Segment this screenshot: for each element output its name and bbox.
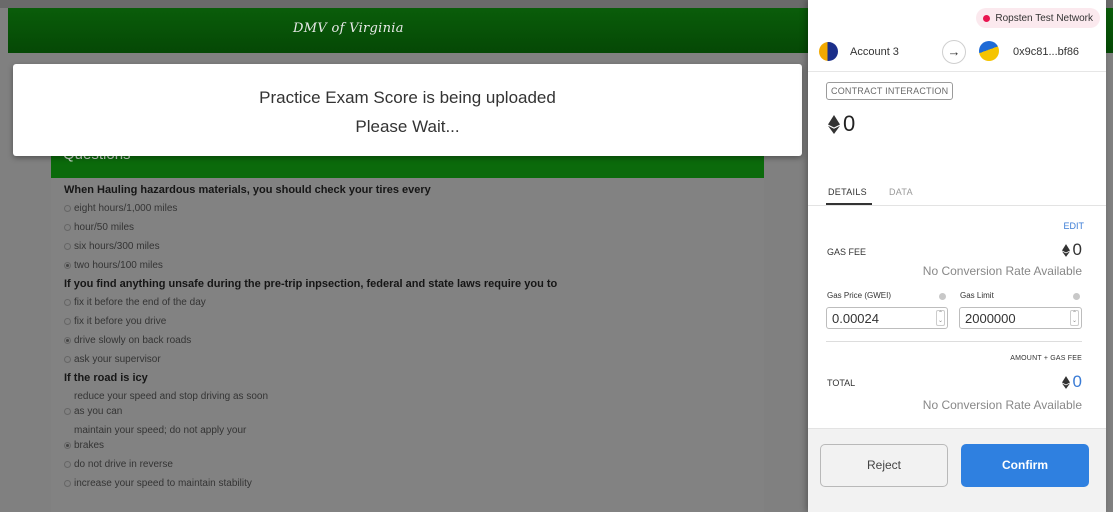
gas-price-input[interactable]: 0.00024 ⌃ ⌄ bbox=[826, 307, 948, 329]
answer-option[interactable]: hour/50 miles bbox=[64, 221, 754, 234]
radio-icon[interactable] bbox=[64, 408, 71, 415]
radio-icon[interactable] bbox=[64, 480, 71, 487]
account-name: Account 3 bbox=[850, 46, 899, 58]
option-label-line: reduce your speed and stop driving as so… bbox=[74, 391, 269, 402]
answer-option[interactable]: do not drive in reverse bbox=[64, 458, 754, 471]
eth-icon bbox=[828, 114, 840, 134]
option-label: drive slowly on back roads bbox=[74, 335, 192, 346]
total-conversion: No Conversion Rate Available bbox=[922, 398, 1082, 412]
answer-option[interactable]: ask your supervisor bbox=[64, 353, 754, 366]
question-block: When Hauling hazardous materials, you sh… bbox=[64, 184, 754, 272]
option-label: two hours/100 miles bbox=[74, 260, 163, 271]
option-label: eight hours/1,000 miles bbox=[74, 203, 178, 214]
option-label-line: maintain your speed; do not apply your bbox=[74, 425, 247, 436]
questions-list: When Hauling hazardous materials, you sh… bbox=[64, 184, 754, 496]
gas-price-label: Gas Price (GWEI) bbox=[827, 291, 892, 300]
option-label: fix it before the end of the day bbox=[74, 297, 206, 308]
answer-option[interactable]: eight hours/1,000 miles bbox=[64, 202, 754, 215]
recipient-address[interactable]: 0x9c81...bf86 bbox=[1013, 46, 1079, 58]
radio-icon[interactable] bbox=[64, 318, 71, 325]
gas-fee-label: GAS FEE bbox=[827, 247, 867, 257]
info-icon[interactable] bbox=[1073, 293, 1080, 300]
network-badge[interactable]: Ropsten Test Network bbox=[976, 8, 1100, 28]
option-label: ask your supervisor bbox=[74, 354, 161, 365]
gas-fee-value: 0 bbox=[1072, 240, 1082, 259]
option-label: increase your speed to maintain stabilit… bbox=[74, 478, 252, 489]
radio-icon[interactable] bbox=[64, 205, 71, 212]
answer-option[interactable]: drive slowly on back roads bbox=[64, 334, 754, 347]
gas-fee-value-row: 0 bbox=[1061, 240, 1082, 260]
option-label: do not drive in reverse bbox=[74, 459, 173, 470]
network-label: Ropsten Test Network bbox=[995, 12, 1093, 24]
edit-link[interactable]: EDIT bbox=[1063, 221, 1084, 231]
total-value-row: 0 bbox=[1061, 372, 1082, 392]
recipient-avatar bbox=[979, 41, 999, 61]
account-avatar bbox=[819, 42, 838, 61]
tab-data[interactable]: DATA bbox=[889, 187, 913, 197]
radio-icon[interactable] bbox=[64, 461, 71, 468]
question-text: If you find anything unsafe during the p… bbox=[64, 278, 558, 290]
modal-message: Practice Exam Score is being uploaded bbox=[259, 88, 556, 107]
amount-gas-fee-label: AMOUNT + GAS FEE bbox=[1010, 355, 1082, 362]
questions-panel: Questions When Hauling hazardous materia… bbox=[51, 140, 764, 512]
answer-option[interactable]: as you can bbox=[64, 405, 754, 418]
question-text: If the road is icy bbox=[64, 372, 148, 384]
transaction-amount: 0 bbox=[843, 111, 856, 136]
screen: DMV of Virginia Questions When Hauling h… bbox=[0, 0, 1113, 512]
answer-option[interactable]: fix it before the end of the day bbox=[64, 296, 754, 309]
gas-limit-input[interactable]: 2000000 ⌃ ⌄ bbox=[959, 307, 1082, 329]
modal-wait-message: Please Wait... bbox=[355, 117, 460, 136]
option-label: hour/50 miles bbox=[74, 222, 135, 233]
eth-icon bbox=[1061, 375, 1070, 389]
info-icon[interactable] bbox=[939, 293, 946, 300]
radio-checked-icon[interactable] bbox=[64, 442, 71, 449]
upload-modal: Practice Exam Score is being uploaded Pl… bbox=[13, 64, 802, 156]
stepper-icon[interactable]: ⌃ ⌄ bbox=[936, 310, 945, 326]
answer-option[interactable]: brakes bbox=[64, 439, 754, 452]
option-label: fix it before you drive bbox=[74, 316, 167, 327]
question-block: If the road is icy reduce your speed and … bbox=[64, 372, 754, 490]
radio-checked-icon[interactable] bbox=[64, 337, 71, 344]
question-text: When Hauling hazardous materials, you sh… bbox=[64, 184, 431, 196]
wallet-popup: Ropsten Test Network Account 3 → 0x9c81.… bbox=[808, 0, 1106, 512]
total-label: TOTAL bbox=[827, 378, 856, 388]
answer-option[interactable]: six hours/300 miles bbox=[64, 240, 754, 253]
site-title: DMV of Virginia bbox=[293, 21, 404, 36]
radio-icon[interactable] bbox=[64, 224, 71, 231]
radio-checked-icon[interactable] bbox=[64, 262, 71, 269]
total-divider bbox=[826, 341, 1082, 342]
radio-icon[interactable] bbox=[64, 243, 71, 250]
question-block: If you find anything unsafe during the p… bbox=[64, 278, 754, 366]
network-status-dot bbox=[983, 14, 991, 22]
tab-details[interactable]: DETAILS bbox=[828, 187, 867, 197]
account-row: Account 3 → 0x9c81...bf86 bbox=[808, 34, 1106, 72]
gas-limit-label: Gas Limit bbox=[960, 291, 994, 300]
eth-icon bbox=[1061, 243, 1070, 257]
arrow-right-icon: → bbox=[942, 40, 966, 64]
contract-interaction-badge: CONTRACT INTERACTION bbox=[826, 82, 954, 100]
answer-option[interactable]: fix it before you drive bbox=[64, 315, 754, 328]
stepper-icon[interactable]: ⌃ ⌄ bbox=[1070, 310, 1079, 326]
amount-row: 0 bbox=[828, 111, 855, 137]
option-label: brakes bbox=[74, 440, 105, 451]
gas-limit-value: 2000000 bbox=[965, 311, 1016, 326]
reject-button[interactable]: Reject bbox=[820, 444, 948, 487]
gas-price-value: 0.00024 bbox=[832, 311, 879, 326]
wallet-footer: Reject Confirm bbox=[808, 428, 1106, 512]
answer-option[interactable]: increase your speed to maintain stabilit… bbox=[64, 477, 754, 490]
total-value: 0 bbox=[1072, 372, 1082, 391]
answer-option[interactable]: two hours/100 miles bbox=[64, 259, 754, 272]
option-label: six hours/300 miles bbox=[74, 241, 160, 252]
option-label: as you can bbox=[74, 406, 123, 417]
gas-fee-conversion: No Conversion Rate Available bbox=[922, 264, 1082, 278]
radio-icon[interactable] bbox=[64, 299, 71, 306]
radio-icon[interactable] bbox=[64, 356, 71, 363]
confirm-button[interactable]: Confirm bbox=[961, 444, 1089, 487]
